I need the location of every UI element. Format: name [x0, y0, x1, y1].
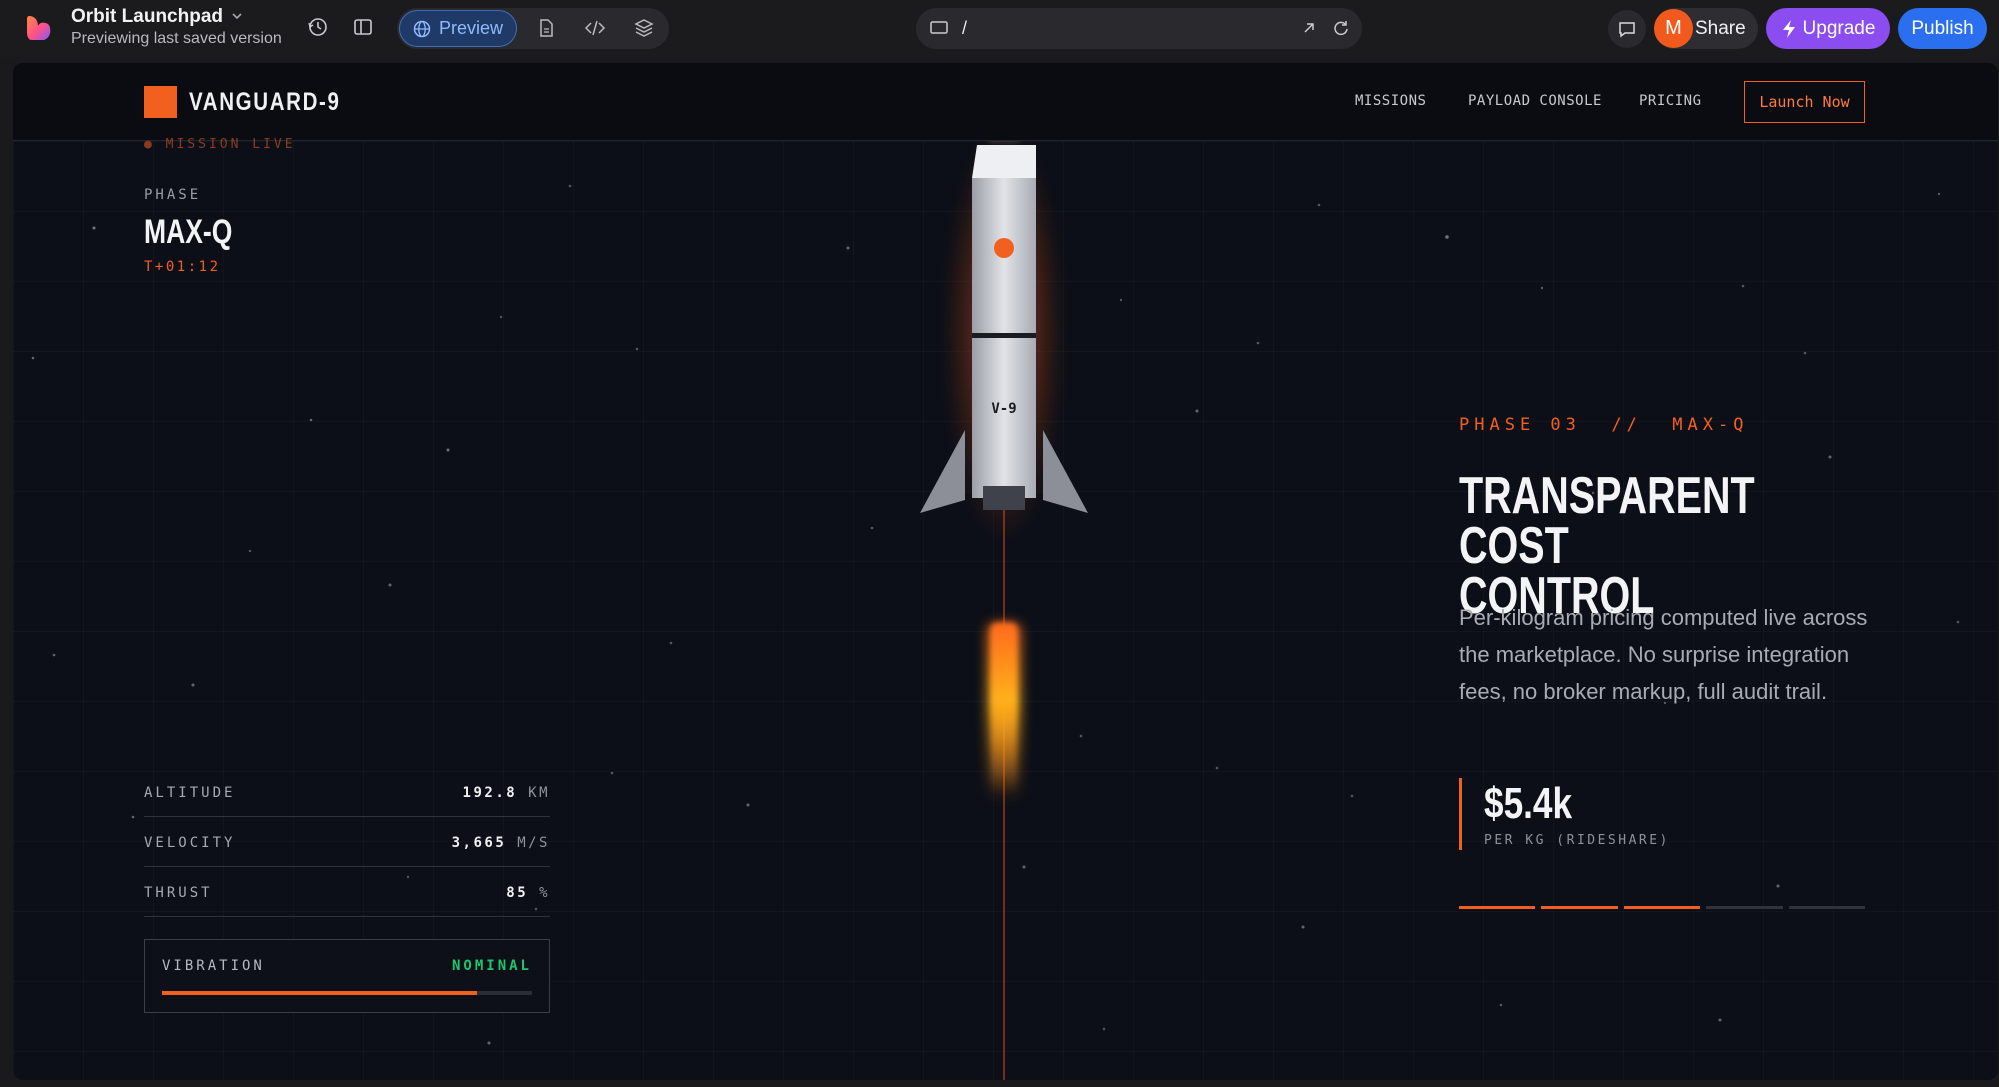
nav-pricing[interactable]: PRICING [1639, 93, 1702, 109]
phase-label: PHASE [144, 187, 202, 203]
price-accent-bar [1459, 778, 1462, 850]
save-status: Previewing last saved version [71, 30, 282, 47]
progress-step[interactable] [1706, 906, 1783, 909]
progress-step[interactable] [1541, 906, 1618, 909]
price-unit: PER KG (RIDESHARE) [1484, 833, 1670, 848]
brand-logo-icon[interactable] [144, 86, 177, 118]
lightning-icon [1782, 19, 1795, 38]
vibration-meter-fill [162, 991, 477, 995]
nav-missions[interactable]: MISSIONS [1355, 93, 1426, 109]
publish-button[interactable]: Publish [1898, 8, 1987, 49]
right-fin [1043, 430, 1088, 513]
nav-payload-console[interactable]: PAYLOAD CONSOLE [1468, 93, 1602, 109]
chat-button[interactable] [1608, 10, 1646, 48]
app-logo-icon[interactable] [26, 14, 52, 42]
mission-clock: T+01:12 [144, 259, 221, 275]
telemetry-value: 85 % [506, 885, 550, 901]
view-mode-group: Preview [397, 8, 669, 49]
telemetry-value: 3,665 M/S [451, 835, 550, 851]
nose-cone [972, 145, 1036, 178]
preview-label: Preview [438, 18, 504, 38]
telemetry-row-thrust: THRUST 85 % [144, 877, 550, 917]
chat-icon [1619, 22, 1635, 38]
engine-nozzle [983, 486, 1025, 510]
feature-phase-heading: PHASE 03 // MAX-Q [1459, 415, 1749, 435]
code-icon[interactable] [584, 17, 606, 39]
telemetry-value: 192.8 KM [462, 785, 550, 801]
project-name[interactable]: Orbit Launchpad [71, 6, 223, 28]
rocket-label: V-9 [991, 401, 1016, 417]
progress-step[interactable] [1788, 906, 1866, 909]
monitor-icon[interactable] [928, 17, 950, 39]
section-progress [1459, 906, 1866, 910]
rocket-porthole [994, 238, 1014, 258]
launch-now-button[interactable]: Launch Now [1744, 81, 1865, 123]
history-icon[interactable] [306, 15, 330, 39]
open-external-icon[interactable] [1298, 17, 1320, 39]
vibration-label: VIBRATION [162, 958, 265, 974]
telemetry-label: VELOCITY [144, 835, 236, 851]
chevron-down-icon[interactable] [229, 8, 245, 24]
progress-step[interactable] [1459, 906, 1536, 909]
share-group: M Share [1654, 8, 1758, 49]
upgrade-button[interactable]: Upgrade [1766, 8, 1890, 49]
telemetry-row-velocity: VELOCITY 3,665 M/S [144, 827, 550, 867]
feature-body: Per-kilogram pricing computed live acros… [1459, 605, 1868, 704]
brand-name[interactable]: VANGUARD-9 [189, 88, 341, 117]
mission-status: ● MISSION LIVE [144, 137, 296, 152]
avatar[interactable]: M [1654, 9, 1693, 48]
address-bar[interactable]: / [916, 8, 1362, 49]
upgrade-label: Upgrade [1802, 17, 1876, 39]
telemetry-row-altitude: ALTITUDE 192.8 KM [144, 777, 550, 817]
telemetry-label: ALTITUDE [144, 785, 236, 801]
phase-value: MAX-Q [144, 213, 233, 251]
layers-icon[interactable] [633, 17, 655, 39]
editor-toolbar: Orbit Launchpad Previewing last saved ve… [0, 0, 1999, 58]
file-icon[interactable] [535, 17, 557, 39]
url-path[interactable]: / [962, 18, 967, 39]
preview-button[interactable]: Preview [399, 10, 517, 47]
globe-icon [413, 20, 431, 37]
vibration-status: NOMINAL [451, 958, 532, 974]
left-fin [920, 430, 965, 513]
stage-separator [972, 333, 1036, 338]
price-value: $5.4k [1484, 779, 1573, 828]
share-button[interactable]: Share [1695, 18, 1746, 40]
vibration-meter [162, 991, 532, 995]
site-preview: V-9 VANGUARD-9 MISSIONS PAYLOAD CONSOLE … [13, 63, 1998, 1080]
sidebar-toggle-icon[interactable] [351, 15, 375, 39]
refresh-icon[interactable] [1330, 17, 1352, 39]
site-navbar: VANGUARD-9 MISSIONS PAYLOAD CONSOLE PRIC… [13, 63, 1998, 141]
rocket-flame-core [991, 623, 1017, 793]
progress-step[interactable] [1623, 906, 1701, 909]
vibration-panel: VIBRATION NOMINAL [144, 939, 550, 1013]
telemetry-label: THRUST [144, 885, 213, 901]
